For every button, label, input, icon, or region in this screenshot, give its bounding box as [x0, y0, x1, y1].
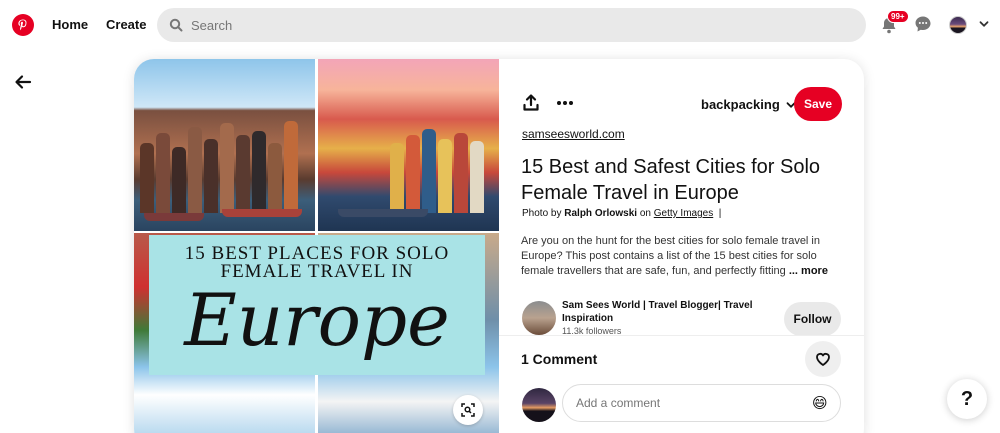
- source-link[interactable]: samseesworld.com: [522, 127, 625, 141]
- chevron-down-icon[interactable]: [979, 19, 989, 29]
- photo-agency-link[interactable]: Getty Images: [654, 208, 713, 219]
- pin-title: 15 Best and Safest Cities for Solo Femal…: [521, 156, 821, 204]
- search-bar[interactable]: [157, 8, 866, 42]
- image-script-text: Europe: [184, 278, 450, 362]
- more-options-icon[interactable]: [555, 93, 575, 113]
- share-icon[interactable]: [521, 93, 541, 113]
- user-avatar[interactable]: [949, 16, 967, 34]
- visual-search-button[interactable]: [453, 395, 483, 425]
- lens-icon: [461, 403, 475, 417]
- pin-image[interactable]: 15 BEST PLACES FOR SOLO FEMALE TRAVEL IN…: [134, 59, 499, 433]
- divider: [499, 335, 864, 336]
- back-arrow-icon[interactable]: [14, 73, 32, 91]
- comment-input[interactable]: [576, 396, 812, 410]
- nav-create-link[interactable]: Create: [106, 17, 146, 32]
- creator-avatar[interactable]: [522, 301, 556, 335]
- current-user-avatar: [522, 388, 556, 422]
- help-button[interactable]: ?: [947, 379, 987, 419]
- pinterest-logo-icon[interactable]: [12, 14, 34, 36]
- photo-credit: Photo by Ralph Orlowski on Getty Images …: [522, 208, 722, 219]
- image-text-overlay: 15 BEST PLACES FOR SOLO FEMALE TRAVEL IN…: [149, 235, 485, 375]
- top-nav: Home Create 99+: [0, 0, 1000, 50]
- chat-icon[interactable]: [914, 15, 932, 33]
- notification-badge: 99+: [887, 10, 909, 23]
- pin-card: 15 BEST PLACES FOR SOLO FEMALE TRAVEL IN…: [134, 59, 864, 433]
- follow-button[interactable]: Follow: [784, 302, 841, 336]
- comment-box[interactable]: 😄: [562, 384, 841, 422]
- pin-details: backpacking Save samseesworld.com 15 Bes…: [499, 59, 864, 433]
- board-selector[interactable]: backpacking: [701, 97, 796, 112]
- search-input[interactable]: [191, 17, 791, 33]
- pin-description: Are you on the hunt for the best cities …: [521, 235, 828, 277]
- creator-name[interactable]: Sam Sees World | Travel Blogger| Travel …: [562, 299, 762, 325]
- more-link[interactable]: ... more: [789, 265, 828, 277]
- emoji-icon[interactable]: 😄: [812, 394, 830, 412]
- copenhagen-photo: [318, 59, 499, 231]
- board-name: backpacking: [701, 97, 780, 112]
- heart-icon: [816, 353, 830, 366]
- amsterdam-photo: [134, 59, 315, 231]
- comments-heading: 1 Comment: [521, 351, 598, 367]
- save-button[interactable]: Save: [794, 87, 842, 121]
- react-button[interactable]: [805, 341, 841, 377]
- photo-author: Ralph Orlowski: [564, 208, 638, 219]
- nav-home-link[interactable]: Home: [52, 17, 88, 32]
- search-icon: [169, 18, 183, 32]
